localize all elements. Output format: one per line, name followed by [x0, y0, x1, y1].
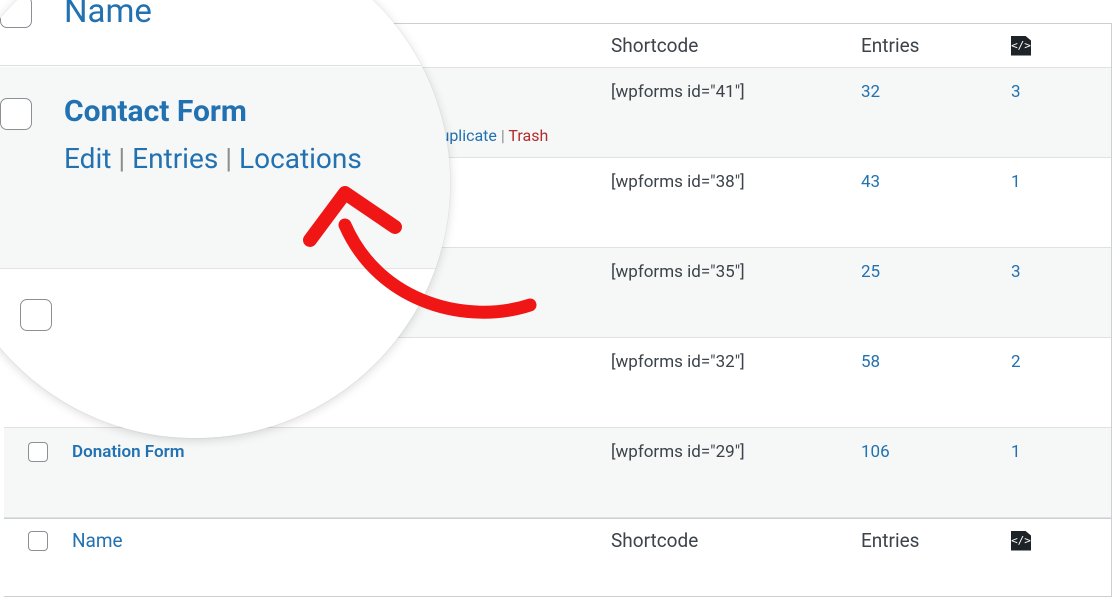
entries-action-link[interactable]: Entries: [132, 142, 218, 175]
trash-link[interactable]: Trash: [508, 126, 548, 145]
table-footer-row: Name Shortcode Entries </>: [4, 518, 1111, 562]
zoom-header: Name: [0, 0, 450, 66]
column-header-shortcode: Shortcode: [611, 34, 698, 57]
entries-link[interactable]: 32: [861, 82, 880, 102]
zoom-select-all-checkbox[interactable]: [0, 0, 32, 28]
entries-link[interactable]: 43: [861, 172, 880, 192]
embed-count-link[interactable]: 2: [1011, 352, 1021, 372]
embed-icon: </>: [1011, 36, 1031, 56]
column-footer-entries: Entries: [861, 529, 919, 552]
zoom-row: Contact Form Edit | Entries | Locations: [0, 67, 450, 277]
table-row: Donation Form [wpforms id="29"] 106 1: [4, 428, 1111, 518]
shortcode-text: [wpforms id="29"]: [611, 442, 745, 462]
embed-icon: </>: [1011, 531, 1031, 551]
column-header-entries: Entries: [861, 34, 919, 57]
locations-link[interactable]: Locations: [239, 142, 362, 175]
select-all-checkbox-bottom[interactable]: [28, 531, 48, 551]
embed-count-link[interactable]: 1: [1011, 172, 1021, 192]
embed-count-link[interactable]: 3: [1011, 82, 1021, 102]
embed-count-link[interactable]: 3: [1011, 262, 1021, 282]
shortcode-text: [wpforms id="38"]: [611, 172, 745, 192]
column-footer-name[interactable]: Name: [72, 529, 123, 552]
shortcode-text: [wpforms id="41"]: [611, 82, 745, 102]
entries-link[interactable]: 58: [861, 352, 880, 372]
embed-count-link[interactable]: 1: [1011, 442, 1021, 462]
zoom-callout: Name Contact Form Edit | Entries | Locat…: [0, 0, 450, 438]
shortcode-text: [wpforms id="35"]: [611, 262, 745, 282]
zoom-form-name-link[interactable]: Contact Form: [64, 95, 450, 128]
entries-link[interactable]: 106: [861, 442, 890, 462]
zoom-row-checkbox[interactable]: [0, 98, 32, 130]
zoom-row-checkbox[interactable]: [20, 299, 52, 331]
row-checkbox[interactable]: [28, 442, 48, 462]
shortcode-text: [wpforms id="32"]: [611, 352, 745, 372]
entries-link[interactable]: 25: [861, 262, 880, 282]
zoom-row-actions: Edit | Entries | Locations: [64, 142, 450, 175]
edit-link[interactable]: Edit: [64, 142, 111, 175]
column-footer-shortcode: Shortcode: [611, 529, 698, 552]
zoom-next-row: [0, 268, 450, 438]
form-name-link[interactable]: Donation Form: [72, 442, 184, 462]
zoom-column-header-name[interactable]: Name: [64, 0, 152, 31]
